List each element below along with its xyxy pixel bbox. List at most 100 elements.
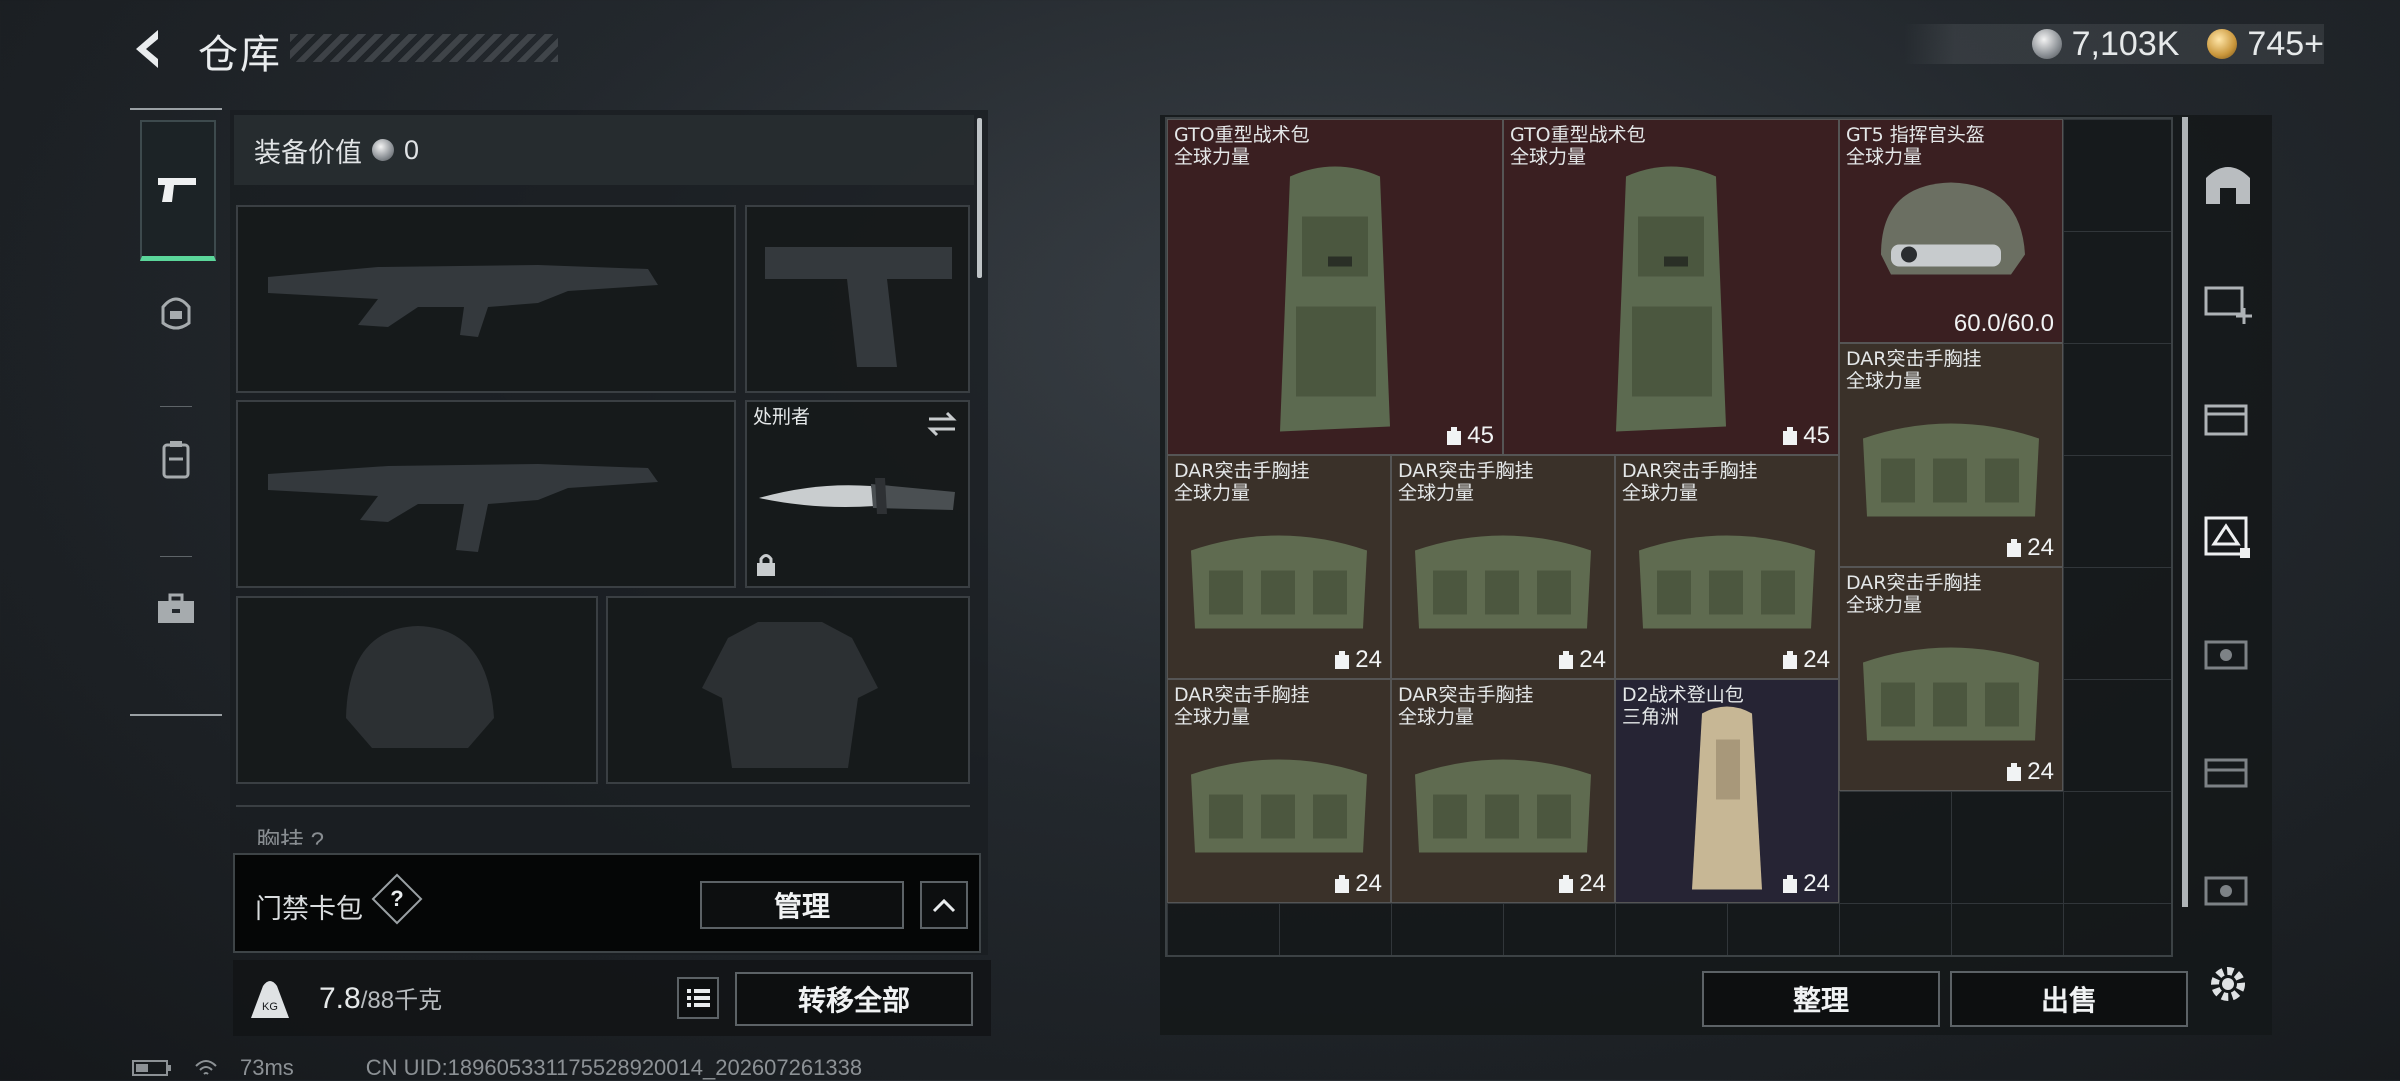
battery-icon	[132, 1060, 171, 1076]
page-title: 仓库	[198, 32, 282, 78]
melee-slot[interactable]: 处刑者	[745, 400, 970, 588]
list-view-button[interactable]	[677, 977, 719, 1019]
item-subtitle: 全球力量	[1174, 706, 1251, 728]
pistol-slot[interactable]	[745, 205, 970, 393]
backpack-icon	[162, 441, 190, 479]
equipment-value-row: 装备价值 0	[234, 115, 974, 185]
item-name: DAR突击手胸挂	[1622, 460, 1758, 482]
item-badge: 45	[1781, 422, 1830, 450]
item-subtitle: 全球力量	[1174, 146, 1251, 168]
inventory-item[interactable]: GTO重型战术包 全球力量 45	[1503, 119, 1839, 455]
sell-button[interactable]: 出售	[1950, 971, 2188, 1027]
item-badge: 24	[1557, 646, 1606, 674]
crate-icon	[2204, 640, 2248, 670]
storage-tab-3-selected[interactable]	[2196, 504, 2260, 568]
settings-gear-icon[interactable]	[2196, 952, 2260, 1016]
inventory-scrollbar[interactable]	[2182, 117, 2188, 907]
item-name: DAR突击手胸挂	[1398, 684, 1534, 706]
inventory-item[interactable]: GT5 指挥官头盔 全球力量 60.0/60.0	[1839, 119, 2063, 343]
storage-tab-5[interactable]	[2196, 740, 2260, 804]
helmet-slot[interactable]	[236, 596, 598, 784]
tab-case[interactable]	[140, 542, 212, 676]
briefcase-icon	[158, 593, 194, 623]
inventory-item[interactable]: DAR突击手胸挂 全球力量 24	[1391, 679, 1615, 903]
storage-home-icon[interactable]	[2196, 152, 2260, 216]
item-image-helmet-icon	[1861, 165, 2041, 320]
sort-button[interactable]: 整理	[1702, 971, 1940, 1027]
back-arrow-icon[interactable]	[128, 26, 174, 72]
tab-weapons[interactable]	[140, 120, 216, 261]
item-name: DAR突击手胸挂	[1174, 460, 1310, 482]
inventory-grid: GTO重型战术包 全球力量 45 GTO重型战术包 全球力量 45 GT5 指挥官头盔 全球力…	[1165, 117, 2173, 957]
capacity-icon	[1335, 875, 1350, 893]
item-subtitle: 全球力量	[1398, 706, 1475, 728]
transfer-all-button[interactable]: 转移全部	[735, 972, 973, 1026]
tab-helmet[interactable]	[140, 246, 212, 380]
capacity-icon	[1783, 427, 1798, 445]
equipment-value-label: 装备价值	[254, 137, 362, 168]
item-name: GT5 指挥官头盔	[1846, 124, 1985, 146]
pistol-silhouette-icon	[765, 247, 952, 367]
item-badge: 24	[1781, 870, 1830, 898]
capacity-icon	[1559, 651, 1574, 669]
inventory-item[interactable]: DAR突击手胸挂 全球力量 24	[1839, 343, 2063, 567]
gold-amount: 745+	[2247, 24, 2324, 63]
pistol-icon	[158, 178, 196, 202]
storage-tab-4[interactable]	[2196, 622, 2260, 686]
item-subtitle: 全球力量	[1846, 594, 1923, 616]
item-name: GTO重型战术包	[1510, 124, 1646, 146]
capacity-icon	[1783, 651, 1798, 669]
item-badge: 60.0/60.0	[1953, 310, 2054, 337]
storage-tab-2[interactable]	[2196, 386, 2260, 450]
crate-icon	[2204, 876, 2248, 906]
ping-value: 73ms	[240, 1055, 294, 1080]
item-image-rig-icon	[1403, 511, 1603, 646]
secondary-weapon-slot[interactable]	[236, 400, 736, 588]
item-subtitle: 三角洲	[1622, 706, 1680, 728]
inventory-item[interactable]: DAR突击手胸挂 全球力量 24	[1839, 567, 2063, 791]
item-subtitle: 全球力量	[1398, 482, 1475, 504]
status-bar: 73ms CN UID:1896053311755289200​14_20260…	[132, 1055, 862, 1081]
weight-current: 7.8	[319, 982, 361, 1015]
item-image-rig-icon	[1179, 511, 1379, 646]
armor-slot[interactable]	[606, 596, 970, 784]
combat-knife-icon	[759, 478, 955, 514]
manage-button[interactable]: 管理	[700, 881, 904, 929]
keycard-bag-row: 门禁卡包 ? 管理	[233, 853, 981, 953]
capacity-icon	[1447, 427, 1462, 445]
inventory-item[interactable]: DAR突击手胸挂 全球力量 24	[1167, 455, 1391, 679]
item-name: GTO重型战术包	[1174, 124, 1310, 146]
inventory-item[interactable]: DAR突击手胸挂 全球力量 24	[1391, 455, 1615, 679]
crate-icon	[2204, 758, 2248, 788]
inventory-item[interactable]: DAR突击手胸挂 全球力量 24	[1167, 679, 1391, 903]
inventory-item[interactable]: D2战术登山包 三角洲 24	[1615, 679, 1839, 903]
help-icon[interactable]: ?	[371, 873, 423, 925]
helmet-vest-icon	[161, 297, 191, 330]
collapse-button[interactable]	[920, 881, 968, 929]
tab-backpack[interactable]	[140, 392, 212, 526]
item-name: DAR突击手胸挂	[1846, 572, 1982, 594]
chevron-up-icon	[932, 898, 956, 913]
item-badge: 24	[1333, 870, 1382, 898]
primary-weapon-slot[interactable]	[236, 205, 736, 393]
uid-text: CN UID:1896053311755289200​14_2026072613…	[365, 1055, 863, 1080]
inventory-item[interactable]: DAR突击手胸挂 全球力量 24	[1615, 455, 1839, 679]
weight-bar: KG 7.8/88千克 转移全部	[233, 960, 991, 1036]
storage-tab-6[interactable]	[2196, 858, 2260, 922]
item-subtitle: 全球力量	[1174, 482, 1251, 504]
item-badge: 24	[2005, 758, 2054, 786]
item-badge: 24	[1333, 646, 1382, 674]
item-image-sack-icon	[1682, 700, 1772, 902]
inventory-item[interactable]: GTO重型战术包 全球力量 45	[1167, 119, 1503, 455]
helmet-silhouette-icon	[346, 626, 494, 748]
item-image-rig-icon	[1179, 735, 1379, 870]
chest-rig-slot-label: 胸挂 ?	[236, 805, 970, 845]
storage-tab-1[interactable]	[2196, 268, 2260, 332]
item-image-backpack-icon	[1596, 156, 1746, 451]
selected-crate-icon	[2204, 516, 2250, 558]
capacity-icon	[2007, 763, 2022, 781]
keycard-bag-label: 门禁卡包	[255, 894, 363, 924]
rifle-silhouette-icon	[268, 265, 658, 337]
equipment-scrollbar[interactable]	[977, 118, 982, 278]
swap-icon[interactable]	[925, 410, 959, 438]
